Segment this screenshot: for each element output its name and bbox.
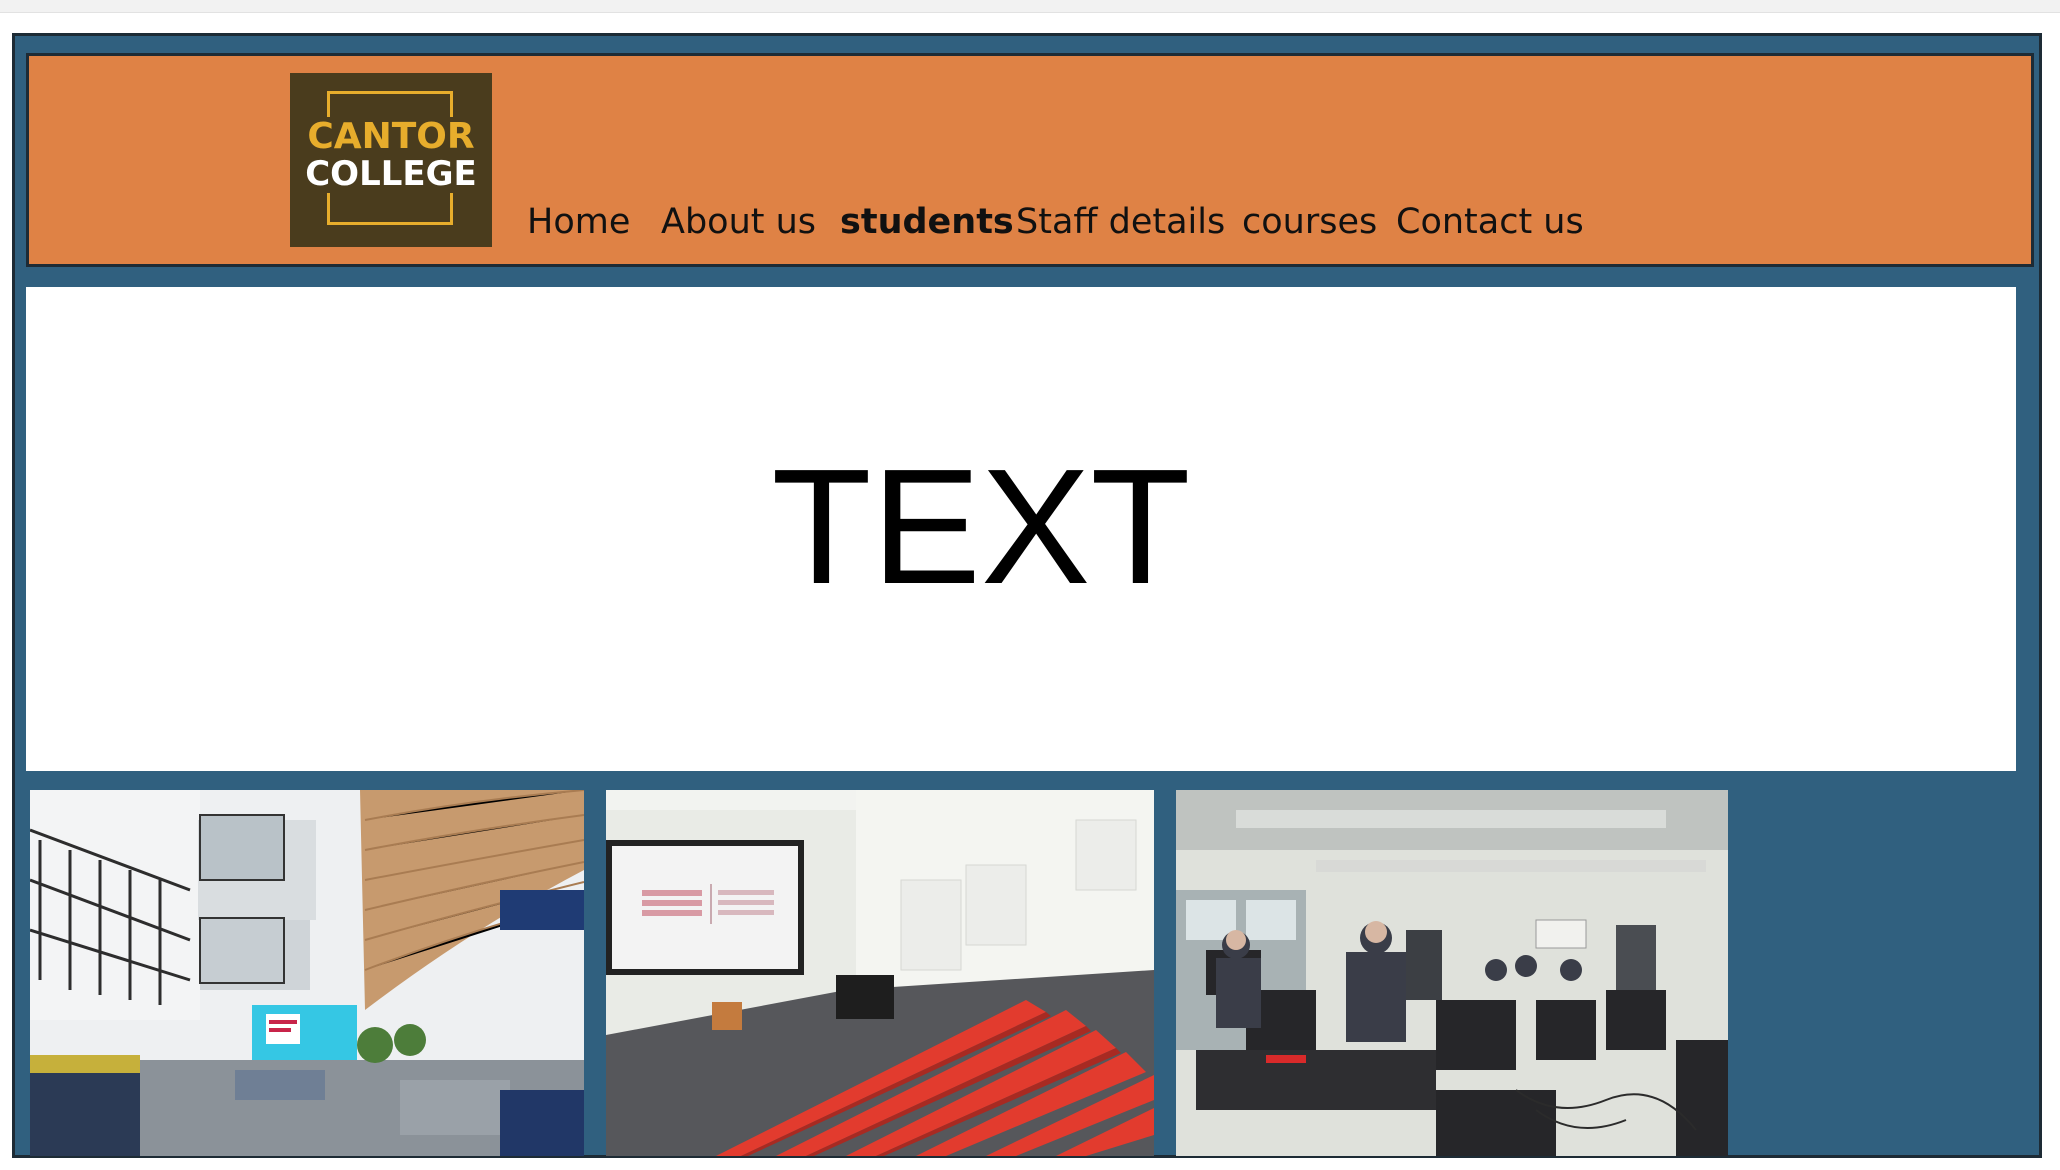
- lecture-theatre-photo: [606, 790, 1154, 1156]
- nav-courses[interactable]: courses: [1242, 198, 1377, 246]
- nav-about-us[interactable]: About us: [661, 198, 816, 246]
- computer-lab-photo: [1176, 790, 1728, 1156]
- main-content-area: TEXT: [26, 287, 2016, 771]
- nav-contact-us[interactable]: Contact us: [1396, 198, 1584, 246]
- nav-home[interactable]: Home: [527, 198, 630, 246]
- browser-top-strip: [0, 0, 2060, 13]
- nav-staff-details[interactable]: Staff details: [1016, 198, 1225, 246]
- placeholder-text: TEXT: [771, 435, 1191, 618]
- logo-text-line2: COLLEGE: [290, 155, 492, 193]
- nav-students[interactable]: students: [840, 198, 1014, 246]
- cantor-college-logo[interactable]: CANTOR COLLEGE: [290, 73, 492, 247]
- logo-text-line1: CANTOR: [290, 117, 492, 157]
- atrium-photo: [30, 790, 584, 1156]
